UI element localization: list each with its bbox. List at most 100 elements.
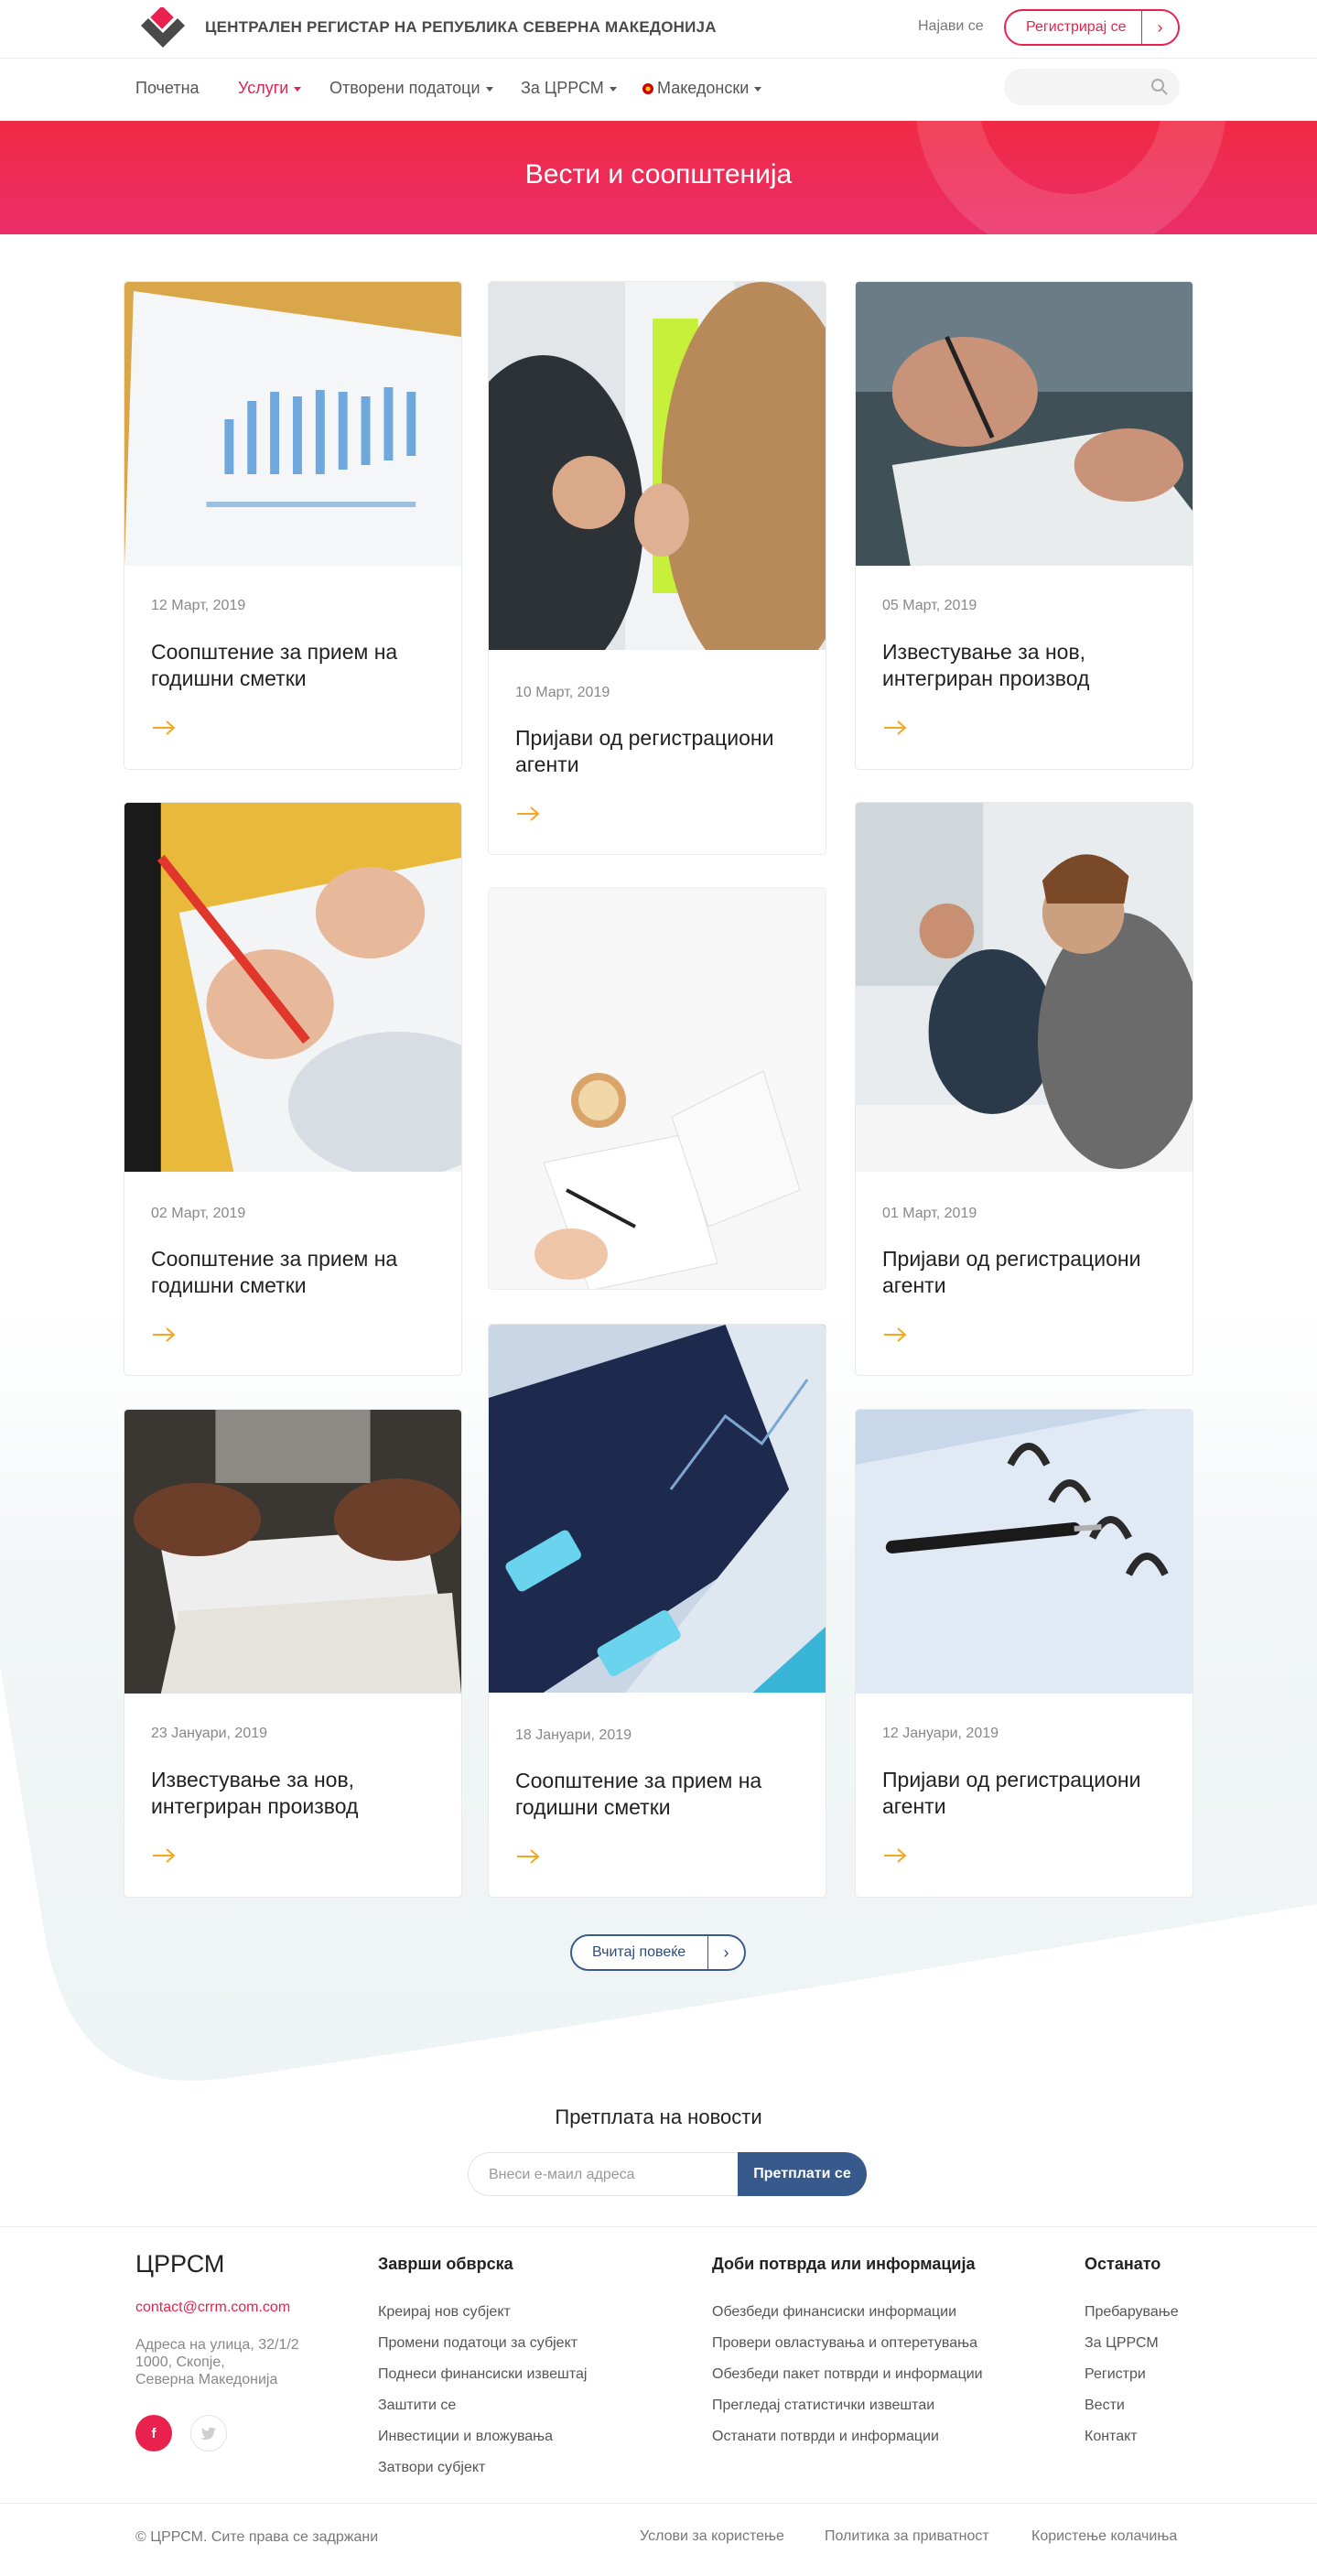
footer-link[interactable]: Пребарување [1085,2304,1179,2321]
news-date: 05 Март, 2019 [882,598,977,613]
news-date: 02 Март, 2019 [151,1206,246,1221]
main-nav: Почетна Услуги Отворени податоци За ЦРРС… [0,59,1317,121]
address-line: Адреса на улица, 32/1/2 [135,2337,299,2353]
login-link[interactable]: Најави се [918,18,984,35]
news-card[interactable]: 12 Март, 2019 Соопштение за прием на год… [124,281,462,770]
nav-services[interactable]: Услуги [238,79,302,98]
news-image-tile[interactable] [488,887,826,1290]
news-image [124,803,461,1172]
load-more-button[interactable]: Вчитај повеќе › [570,1934,746,1971]
top-header: ЦЕНТРАЛЕН РЕГИСТАР НА РЕПУБЛИКА СЕВЕРНА … [0,0,1317,59]
news-card[interactable]: 18 Јануари, 2019 Соопштение за прием на … [488,1324,826,1898]
news-date: 12 Март, 2019 [151,598,246,613]
caret-down-icon [294,86,302,92]
news-title[interactable]: Известување за нов, интегриран производ [882,639,1175,692]
news-title[interactable]: Пријави од регистрациони агенти [882,1767,1175,1820]
news-image [856,803,1193,1172]
newsletter-placeholder: Внеси е-маил адреса [489,2167,635,2182]
newsletter-subscribe-button[interactable]: Претплати се [738,2152,867,2196]
arrow-right-icon[interactable] [151,1326,177,1343]
news-image [489,282,826,650]
footer-link[interactable]: Прегледај статистички извештаи [712,2397,934,2414]
caret-down-icon [485,86,493,92]
arrow-right-icon[interactable] [515,806,541,822]
news-card[interactable]: 01 Март, 2019 Пријави од регистрациони а… [855,802,1193,1376]
footer-link[interactable]: Регистри [1085,2366,1146,2383]
footer-email-link[interactable]: contact@crrm.com.com [135,2300,290,2316]
footer-link[interactable]: Затвори субјект [378,2460,485,2476]
footer-link[interactable]: Креирај нов субјект [378,2304,511,2321]
footer-link[interactable]: Останати потврди и информации [712,2429,939,2445]
nav-language[interactable]: Македонски [642,79,762,98]
footer-link[interactable]: Вести [1085,2397,1125,2414]
news-image [124,282,461,566]
news-date: 12 Јануари, 2019 [882,1726,999,1741]
news-card[interactable]: 10 Март, 2019 Пријави од регистрациони а… [488,281,826,855]
privacy-link[interactable]: Политика за приватност [825,2528,989,2545]
news-image [489,888,826,1289]
news-image [489,1325,826,1693]
footer-column-title: Доби потврда или информација [712,2255,976,2273]
arrow-right-icon[interactable] [882,1847,908,1864]
footer-link[interactable]: Поднеси финансиски извештај [378,2366,587,2383]
caret-down-icon [609,86,617,92]
search-icon[interactable] [1150,78,1169,96]
footer-link[interactable]: Обезбеди финансиски информации [712,2304,956,2321]
nav-home-label: Почетна [135,79,200,97]
news-title[interactable]: Известување за нов, интегриран производ [151,1767,444,1820]
newsletter-email-input[interactable]: Внеси е-маил адреса [468,2152,742,2196]
news-date: 23 Јануари, 2019 [151,1726,268,1741]
terms-link[interactable]: Услови за користење [640,2528,784,2545]
page-hero: Вести и соопштенија [0,121,1317,234]
site-title: ЦЕНТРАЛЕН РЕГИСТАР НА РЕПУБЛИКА СЕВЕРНА … [205,18,717,36]
footer-link[interactable]: Обезбеди пакет потврди и информации [712,2366,983,2383]
register-button[interactable]: Регистрирај се › [1004,9,1180,46]
news-card[interactable]: 12 Јануари, 2019 Пријави од регистрацион… [855,1409,1193,1898]
news-title[interactable]: Соопштение за прием на годишни сметки [151,639,444,692]
nav-open-data[interactable]: Отворени податоци [329,79,493,98]
nav-services-label: Услуги [238,79,289,97]
copyright-text: © ЦРРСМ. Сите права се задржани [135,2529,379,2545]
nav-open-data-label: Отворени податоци [329,79,480,97]
arrow-right-icon[interactable] [151,720,177,736]
footer-divider [0,2226,1317,2227]
news-card[interactable]: 02 Март, 2019 Соопштение за прием на год… [124,802,462,1376]
footer-link[interactable]: Заштити се [378,2397,456,2414]
chevron-right-icon: › [1141,11,1178,44]
footer-link[interactable]: За ЦРРСМ [1085,2335,1159,2352]
arrow-right-icon[interactable] [151,1847,177,1864]
search-input[interactable] [1004,69,1180,105]
news-image [856,1410,1193,1694]
news-card[interactable]: 05 Март, 2019 Известување за нов, интегр… [855,281,1193,770]
footer-link[interactable]: Промени податоци за субјект [378,2335,578,2352]
footer-link[interactable]: Инвестиции и вложувања [378,2429,553,2445]
news-date: 18 Јануари, 2019 [515,1727,632,1743]
footer-bottom-divider [0,2503,1317,2504]
footer-column-title: Останато [1085,2255,1161,2273]
nav-about[interactable]: За ЦРРСМ [521,79,617,98]
facebook-icon[interactable]: f [135,2415,172,2452]
arrow-right-icon[interactable] [515,1848,541,1865]
footer-link[interactable]: Провери овластувања и оптеретувања [712,2335,977,2352]
footer-address: Адреса на улица, 32/1/2 1000, Скопје, Се… [135,2336,299,2388]
twitter-icon[interactable] [190,2415,227,2452]
arrow-right-icon[interactable] [882,720,908,736]
news-date: 01 Март, 2019 [882,1206,977,1221]
news-title[interactable]: Пријави од регистрациони агенти [515,725,808,778]
address-line: Северна Македонија [135,2372,278,2387]
load-more-label: Вчитај повеќе [592,1944,686,1960]
news-card[interactable]: 23 Јануари, 2019 Известување за нов, инт… [124,1409,462,1898]
news-title[interactable]: Соопштение за прием на годишни сметки [151,1246,444,1299]
news-title[interactable]: Пријави од регистрациони агенти [882,1246,1175,1299]
cookies-link[interactable]: Користење колачиња [1031,2528,1177,2545]
newsletter-title: Претплата на новости [555,2105,762,2128]
crrsm-logo[interactable] [135,7,190,49]
flag-icon [642,83,653,94]
news-title[interactable]: Соопштение за прием на годишни сметки [515,1768,808,1821]
nav-home[interactable]: Почетна [135,79,200,98]
register-label: Регистрирај се [1026,19,1127,35]
news-image [124,1410,461,1694]
arrow-right-icon[interactable] [882,1326,908,1343]
chevron-right-icon: › [707,1936,744,1969]
footer-link[interactable]: Контакт [1085,2429,1138,2445]
